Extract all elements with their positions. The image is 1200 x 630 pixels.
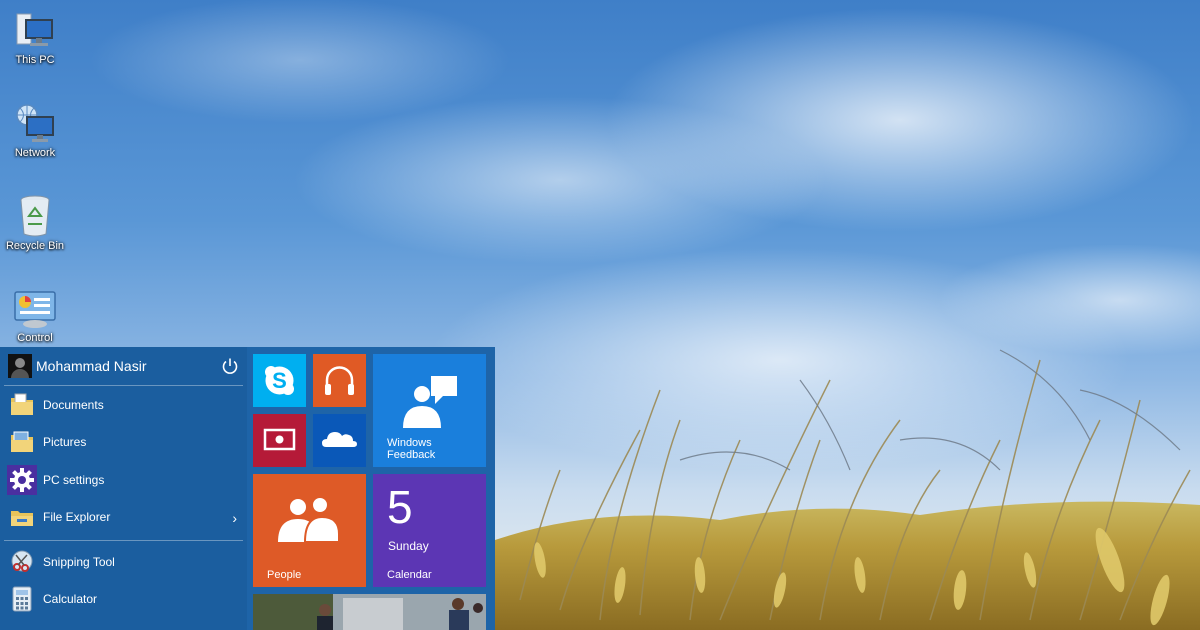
tile-video[interactable] <box>253 414 306 467</box>
start-item-label: PC settings <box>43 472 105 487</box>
cloud-icon <box>322 432 357 447</box>
calendar-day-name: Sunday <box>388 539 429 553</box>
skype-icon: S <box>265 366 294 395</box>
desktop-icon-this-pc[interactable]: This PC <box>0 12 70 67</box>
tile-onedrive[interactable] <box>313 414 366 467</box>
desktop-icon-recycle-bin[interactable]: Recycle Bin <box>0 194 70 253</box>
snipping-tool-icon <box>7 547 37 577</box>
user-account-row[interactable]: Mohammad Nasir <box>0 347 247 385</box>
control-panel-icon <box>14 291 56 328</box>
recycle-bin-icon <box>20 195 50 237</box>
video-icon <box>263 428 296 451</box>
tile-label: Windows Feedback <box>387 437 436 461</box>
network-icon <box>16 104 54 142</box>
start-item-label: File Explorer <box>43 510 111 525</box>
tile-windows-feedback[interactable]: Windows Feedback <box>373 354 486 467</box>
tile-label: Calendar <box>387 569 432 581</box>
user-name: Mohammad Nasir <box>36 358 147 374</box>
start-menu: Mohammad Nasir Documents Pictures PC set… <box>0 347 495 630</box>
tile-label: People <box>267 569 302 581</box>
documents-folder-icon <box>7 390 37 420</box>
people-icon <box>278 496 340 543</box>
gear-icon <box>7 464 37 495</box>
tile-news-photo[interactable] <box>253 594 486 630</box>
start-menu-left-pane: Mohammad Nasir Documents Pictures PC set… <box>0 347 247 630</box>
start-item-snipping-tool[interactable]: Snipping Tool <box>0 543 247 581</box>
power-icon[interactable] <box>221 357 239 375</box>
start-item-label: Pictures <box>43 435 87 450</box>
avatar <box>8 354 32 378</box>
start-item-file-explorer[interactable]: File Explorer › <box>0 499 247 537</box>
tile-skype[interactable]: S <box>253 354 306 407</box>
tile-calendar[interactable]: 5 Sunday Calendar <box>373 474 486 587</box>
tile-people[interactable]: People <box>253 474 366 587</box>
pictures-folder-icon <box>7 427 37 457</box>
calculator-icon <box>7 584 37 614</box>
svg-text:S: S <box>272 368 287 393</box>
start-item-label: Snipping Tool <box>43 554 115 569</box>
start-item-label: Calculator <box>43 592 98 607</box>
start-item-calculator[interactable]: Calculator <box>0 581 247 619</box>
chevron-right-icon[interactable]: › <box>232 510 237 526</box>
start-item-label: Documents <box>43 397 104 412</box>
start-item-documents[interactable]: Documents <box>0 386 247 424</box>
headphones-icon <box>325 366 354 395</box>
desktop-icon-control-panel[interactable]: Control <box>0 290 70 345</box>
start-item-pc-settings[interactable]: PC settings <box>0 461 247 499</box>
file-explorer-icon <box>7 502 37 532</box>
start-item-pictures[interactable]: Pictures <box>0 424 247 462</box>
tile-music[interactable] <box>313 354 366 407</box>
separator <box>4 540 243 541</box>
this-pc-icon <box>16 13 53 46</box>
calendar-day-number: 5 <box>387 481 413 533</box>
news-photo-image <box>253 594 486 630</box>
start-menu-tiles: S Windows Feedback People 5 Sunday Calen… <box>247 347 495 630</box>
desktop-icon-network[interactable]: Network <box>0 103 70 160</box>
feedback-people-icon <box>403 376 457 428</box>
